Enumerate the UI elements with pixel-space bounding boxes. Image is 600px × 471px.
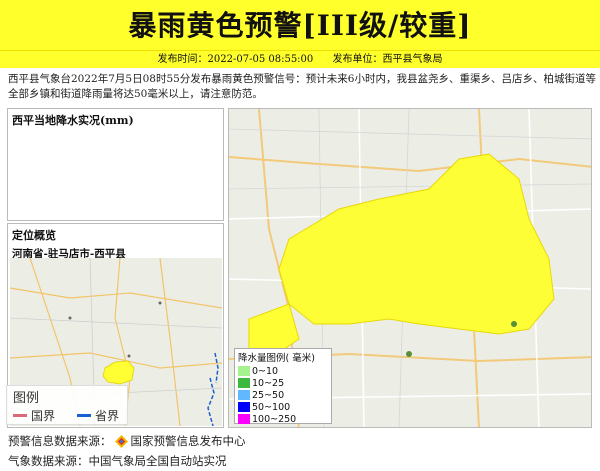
warning-center-logo-icon xyxy=(114,434,128,448)
swatch-25-50 xyxy=(238,390,250,400)
warning-description: 西平县气象台2022年7月5日08时55分发布暴雨黄色预警信号：预计未来6小时内… xyxy=(8,73,596,100)
publisher: 发布单位：西平县气象局 xyxy=(332,54,443,65)
rainfall-legend-label: 25~50 xyxy=(252,389,285,401)
warning-title: 暴雨黄色预警[III级/较重] xyxy=(128,9,472,42)
national-border-label: 国界 xyxy=(31,409,56,423)
rainfall-legend-item: 10~25 xyxy=(235,377,331,389)
publish-time: 发布时间：2022-07-05 08:55:00 xyxy=(157,54,314,65)
location-panel-title: 定位概览 xyxy=(12,229,56,242)
provincial-border-label: 省界 xyxy=(95,409,120,423)
warning-source-name[interactable]: 国家预警信息发布中心 xyxy=(131,433,246,449)
rainfall-legend-item: 0~10 xyxy=(235,365,331,377)
warning-source-line: 预警信息数据来源： 国家预警信息发布中心 xyxy=(8,433,246,449)
swatch-10-25 xyxy=(238,378,250,388)
warning-subheader: 发布时间：2022-07-05 08:55:00 发布单位：西平县气象局 xyxy=(0,50,600,68)
rainfall-legend-label: 10~25 xyxy=(252,377,285,389)
provincial-border-line-icon xyxy=(77,414,92,417)
map-marker-icon xyxy=(406,351,412,357)
rainfall-legend-label: 50~100 xyxy=(252,401,291,413)
rainfall-legend-label: 100~250 xyxy=(252,413,297,425)
weather-source-line: 气象数据来源：中国气象局全国自动站实况 xyxy=(8,453,227,469)
rainfall-legend: 降水量图例( 毫米) 0~10 10~25 25~50 50~100 100~2… xyxy=(234,348,332,425)
border-legend-title: 图例 xyxy=(13,391,40,406)
rainfall-legend-item: 50~100 xyxy=(235,401,331,413)
weather-source-label: 气象数据来源：中国气象局全国自动站实况 xyxy=(8,454,227,468)
rainfall-legend-item: 100~250 xyxy=(235,413,331,425)
swatch-0-10 xyxy=(238,366,250,376)
rain-observation-panel: 西平当地降水实况(mm) xyxy=(7,108,224,221)
warning-header: 暴雨黄色预警[III级/较重] xyxy=(0,0,600,50)
rain-panel-title: 西平当地降水实况(mm) xyxy=(12,114,134,127)
rainfall-legend-label: 0~10 xyxy=(252,365,279,377)
border-legend-row: 国界 省界 xyxy=(7,407,127,424)
warning-source-label: 预警信息数据来源： xyxy=(8,434,112,448)
swatch-50-100 xyxy=(238,402,250,412)
map-marker-icon xyxy=(511,321,517,327)
border-legend: 图例 国界 省界 xyxy=(6,385,128,425)
national-border-line-icon xyxy=(13,414,27,417)
swatch-100-250 xyxy=(238,414,250,424)
rainfall-legend-item: 25~50 xyxy=(235,389,331,401)
rainfall-legend-title: 降水量图例( 毫米) xyxy=(238,353,315,364)
